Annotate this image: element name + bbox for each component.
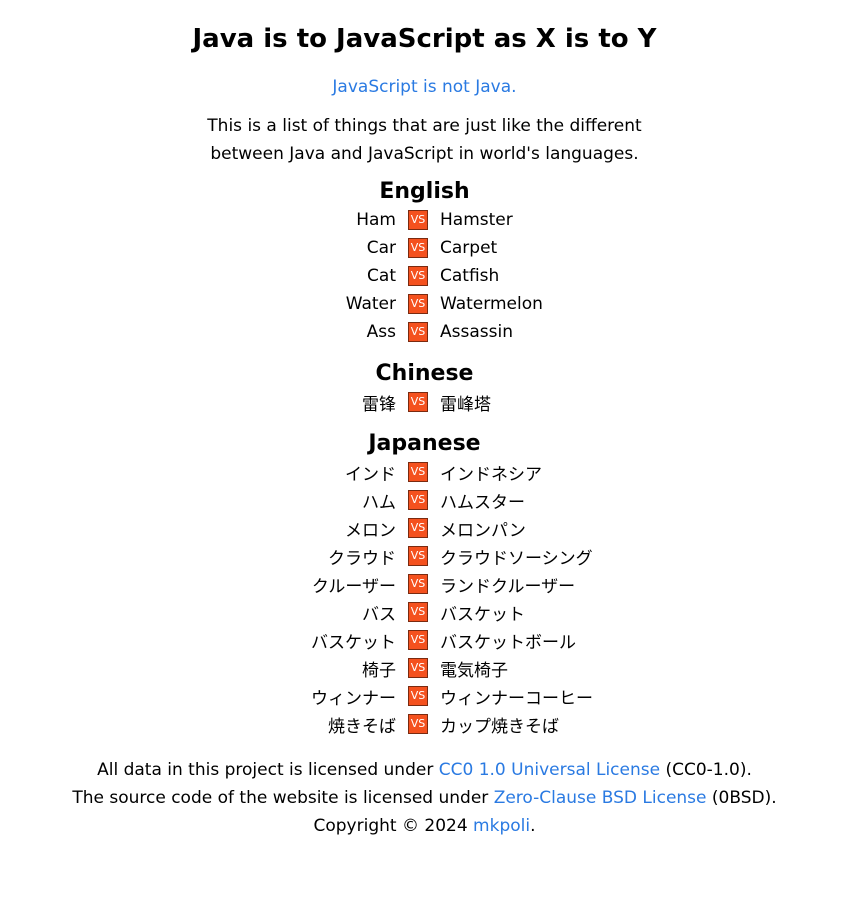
right-term: インドネシア <box>440 464 542 485</box>
section-heading: Chinese <box>375 361 474 386</box>
pair-row: Water VS Watermelon <box>0 290 849 318</box>
vs-badge: VS <box>408 392 428 412</box>
pair-row: Cat VS Catfish <box>0 262 849 290</box>
right-term: Catfish <box>440 266 500 286</box>
subtitle-link[interactable]: JavaScript is not Java. <box>332 77 516 97</box>
pair-row: 椅子 VS 電気椅子 <box>0 654 849 682</box>
pair-row: ハム VS ハムスター <box>0 486 849 514</box>
right-term: メロンパン <box>440 520 526 541</box>
footer-text: All data in this project is licensed und… <box>97 760 439 780</box>
pair-row: Ass VS Assassin <box>0 318 849 346</box>
left-term: バス <box>362 604 396 625</box>
vs-badge: VS <box>408 210 428 230</box>
left-term: ハム <box>362 492 396 513</box>
left-term: Cat <box>367 266 396 286</box>
pair-row: クルーザー VS ランドクルーザー <box>0 570 849 598</box>
footer-text: The source code of the website is licens… <box>72 788 494 808</box>
left-term: 雷锋 <box>362 394 396 415</box>
footer: All data in this project is licensed und… <box>0 756 849 840</box>
right-term: 雷峰塔 <box>440 394 491 415</box>
vs-badge: VS <box>408 266 428 286</box>
cc0-license-link[interactable]: CC0 1.0 Universal License <box>439 760 660 780</box>
left-term: 椅子 <box>362 660 396 681</box>
vs-badge: VS <box>408 462 428 482</box>
left-term: Car <box>366 238 396 258</box>
right-term: Carpet <box>440 238 498 258</box>
vs-badge: VS <box>408 490 428 510</box>
right-term: バスケットボール <box>440 632 576 653</box>
pair-row: Ham VS Hamster <box>0 206 849 234</box>
vs-badge: VS <box>408 574 428 594</box>
left-term: インド <box>345 464 396 485</box>
vs-badge: VS <box>408 294 428 314</box>
vs-badge: VS <box>408 238 428 258</box>
footer-text: . <box>530 816 536 836</box>
pair-row: バスケット VS バスケットボール <box>0 626 849 654</box>
section-english: English Ham VS Hamster Car VS Carpet Cat VS Catfi… <box>0 178 849 346</box>
footer-text: (CC0-1.0). <box>660 760 752 780</box>
right-term: バスケット <box>440 604 525 625</box>
sections-list: English Ham VS Hamster Car VS Carpet Cat VS Catfi… <box>0 178 849 738</box>
vs-badge: VS <box>408 714 428 734</box>
left-term: ウィンナー <box>311 688 396 709</box>
right-term: ウィンナーコーヒー <box>440 688 593 709</box>
section-heading: English <box>379 179 470 204</box>
pair-row: メロン VS メロンパン <box>0 514 849 542</box>
pair-row: ウィンナー VS ウィンナーコーヒー <box>0 682 849 710</box>
left-term: クルーザー <box>311 576 396 597</box>
pair-row: バス VS バスケット <box>0 598 849 626</box>
pair-row: 雷锋 VS 雷峰塔 <box>0 388 849 416</box>
vs-badge: VS <box>408 602 428 622</box>
section-chinese: Chinese 雷锋 VS 雷峰塔 <box>0 360 849 416</box>
left-term: Ham <box>356 210 396 230</box>
left-term: バスケット <box>311 632 396 653</box>
footer-text: (0BSD). <box>706 788 777 808</box>
left-term: 焼きそば <box>328 716 396 737</box>
left-term: Ass <box>366 322 396 342</box>
vs-badge: VS <box>408 630 428 650</box>
footer-text: Copyright © 2024 <box>313 816 474 836</box>
vs-badge: VS <box>408 686 428 706</box>
description: This is a list of things that are just l… <box>207 116 642 164</box>
section-heading: Japanese <box>368 431 481 456</box>
right-term: Watermelon <box>440 294 543 314</box>
pair-row: Car VS Carpet <box>0 234 849 262</box>
vs-badge: VS <box>408 658 428 678</box>
page-title: Java is to JavaScript as X is to Y <box>192 24 657 54</box>
pair-row: インド VS インドネシア <box>0 458 849 486</box>
left-term: クラウド <box>328 548 396 569</box>
0bsd-license-link[interactable]: Zero-Clause BSD License <box>494 788 707 808</box>
right-term: 電気椅子 <box>440 660 508 681</box>
right-term: カップ焼きそば <box>440 716 559 737</box>
left-term: メロン <box>345 520 396 541</box>
right-term: ランドクルーザー <box>440 576 576 597</box>
pair-row: 焼きそば VS カップ焼きそば <box>0 710 849 738</box>
section-japanese: Japanese インド VS インドネシア ハム VS ハムスター メロン VS メロンパン クラ… <box>0 430 849 738</box>
right-term: Hamster <box>440 210 513 230</box>
vs-badge: VS <box>408 518 428 538</box>
right-term: クラウドソーシング <box>440 548 593 569</box>
left-term: Water <box>345 294 396 314</box>
vs-badge: VS <box>408 322 428 342</box>
right-term: ハムスター <box>440 492 525 513</box>
author-link[interactable]: mkpoli <box>473 816 530 836</box>
right-term: Assassin <box>440 322 513 342</box>
vs-badge: VS <box>408 546 428 566</box>
pair-row: クラウド VS クラウドソーシング <box>0 542 849 570</box>
